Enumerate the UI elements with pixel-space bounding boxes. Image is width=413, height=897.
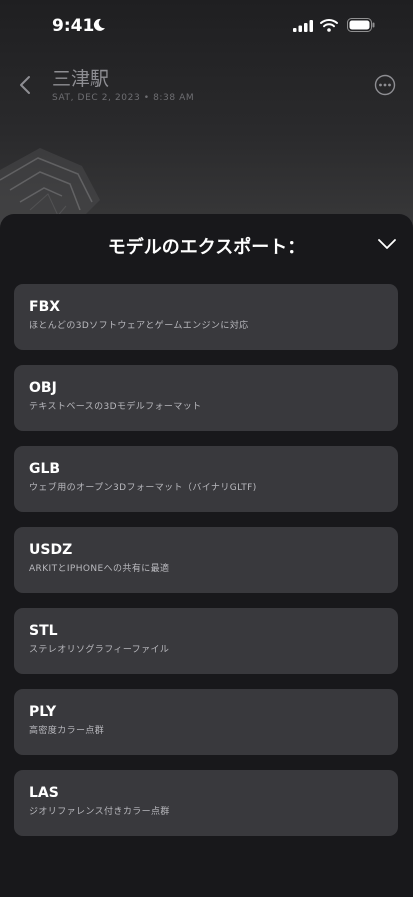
option-name: FBX <box>29 299 61 315</box>
option-description: ARKITとIPHONEへの共有に最適 <box>29 564 170 574</box>
option-description: 高密度カラー点群 <box>29 726 105 736</box>
export-options-list: FBX ほとんどの3Dソフトウェアとゲームエンジンに対応 OBJ テキストベース… <box>14 284 398 851</box>
option-description: ウェブ用のオープン3Dフォーマット（バイナリGLTF) <box>29 483 257 493</box>
option-name: PLY <box>29 704 57 720</box>
page-title: 三津駅 <box>52 68 110 90</box>
cellular-signal-icon <box>293 20 313 32</box>
option-description: ほとんどの3Dソフトウェアとゲームエンジンに対応 <box>29 321 249 331</box>
option-name: GLB <box>29 461 61 477</box>
wifi-icon <box>320 19 338 32</box>
more-options-icon[interactable] <box>374 74 396 96</box>
export-option-usdz[interactable]: USDZ ARKITとIPHONEへの共有に最適 <box>14 527 398 593</box>
option-name: LAS <box>29 785 59 801</box>
screen: 9:41 三津駅 SAT, DEC 2, 2023 • 8:38 AM モデルの… <box>0 0 413 897</box>
back-chevron-icon[interactable] <box>18 75 32 95</box>
sheet-title: モデルのエクスポート： <box>107 237 306 258</box>
moon-icon <box>93 18 105 31</box>
navigation-bar: 三津駅 SAT, DEC 2, 2023 • 8:38 AM <box>0 58 413 112</box>
export-option-ply[interactable]: PLY 高密度カラー点群 <box>14 689 398 755</box>
option-description: テキストベースの3Dモデルフォーマット <box>29 402 202 412</box>
option-name: OBJ <box>29 380 57 396</box>
export-sheet: モデルのエクスポート： FBX ほとんどの3Dソフトウェアとゲームエンジンに対応… <box>0 214 413 897</box>
battery-icon <box>347 18 375 32</box>
sheet-header: モデルのエクスポート： <box>0 214 413 274</box>
option-name: USDZ <box>29 542 73 558</box>
chevron-down-icon[interactable] <box>377 237 397 251</box>
export-option-las[interactable]: LAS ジオリファレンス付きカラー点群 <box>14 770 398 836</box>
capture-timestamp: SAT, DEC 2, 2023 • 8:38 AM <box>52 93 195 103</box>
export-option-obj[interactable]: OBJ テキストベースの3Dモデルフォーマット <box>14 365 398 431</box>
option-description: ステレオリソグラフィーファイル <box>29 645 170 655</box>
export-option-glb[interactable]: GLB ウェブ用のオープン3Dフォーマット（バイナリGLTF) <box>14 446 398 512</box>
status-time: 9:41 <box>52 16 95 36</box>
export-option-stl[interactable]: STL ステレオリソグラフィーファイル <box>14 608 398 674</box>
option-description: ジオリファレンス付きカラー点群 <box>29 807 170 817</box>
status-bar: 9:41 <box>0 0 413 52</box>
option-name: STL <box>29 623 58 639</box>
export-option-fbx[interactable]: FBX ほとんどの3Dソフトウェアとゲームエンジンに対応 <box>14 284 398 350</box>
